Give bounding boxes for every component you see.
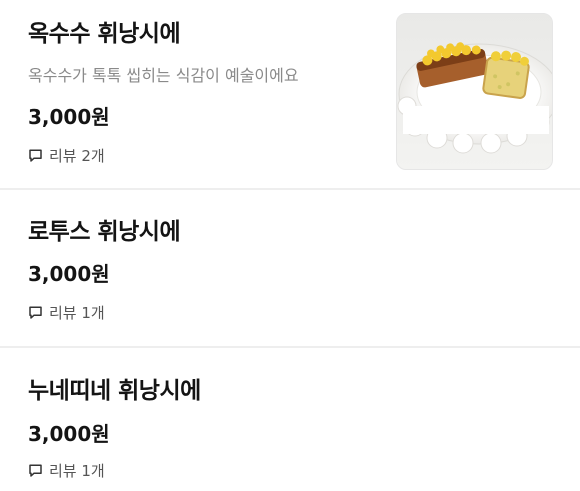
menu-item-price: 3,000원 [28,105,110,129]
review-count[interactable]: 리뷰 2개 [28,145,105,166]
review-count-label: 리뷰 2개 [49,147,105,165]
speech-bubble-icon [28,305,43,320]
review-count-label: 리뷰 1개 [49,462,105,480]
menu-item-lotus-financier[interactable]: 로투스 휘낭시에 3,000원 리뷰 1개 [0,190,580,348]
menu-item-nunettine-financier[interactable]: 누네띠네 휘낭시에 3,000원 리뷰 1개 [0,348,580,491]
menu-list: 옥수수 휘낭시에 옥수수가 톡톡 씹히는 식감이 예술이에요 3,000원 리뷰… [0,0,580,491]
menu-item-description: 옥수수가 톡톡 씹히는 식감이 예술이에요 [28,66,299,85]
menu-item-name: 누네띠네 휘낭시에 [28,378,201,404]
menu-item-name: 로투스 휘낭시에 [28,219,181,245]
menu-item-price: 3,000원 [28,262,110,286]
menu-item-price: 3,000원 [28,422,110,446]
review-count[interactable]: 리뷰 1개 [28,460,105,481]
review-count-label: 리뷰 1개 [49,304,105,322]
menu-item-corn-financier[interactable]: 옥수수 휘낭시에 옥수수가 톡톡 씹히는 식감이 예술이에요 3,000원 리뷰… [0,0,580,190]
speech-bubble-icon [28,463,43,478]
review-count[interactable]: 리뷰 1개 [28,302,105,323]
speech-bubble-icon [28,148,43,163]
menu-item-name: 옥수수 휘낭시에 [28,21,181,47]
menu-item-photo[interactable] [396,13,553,170]
